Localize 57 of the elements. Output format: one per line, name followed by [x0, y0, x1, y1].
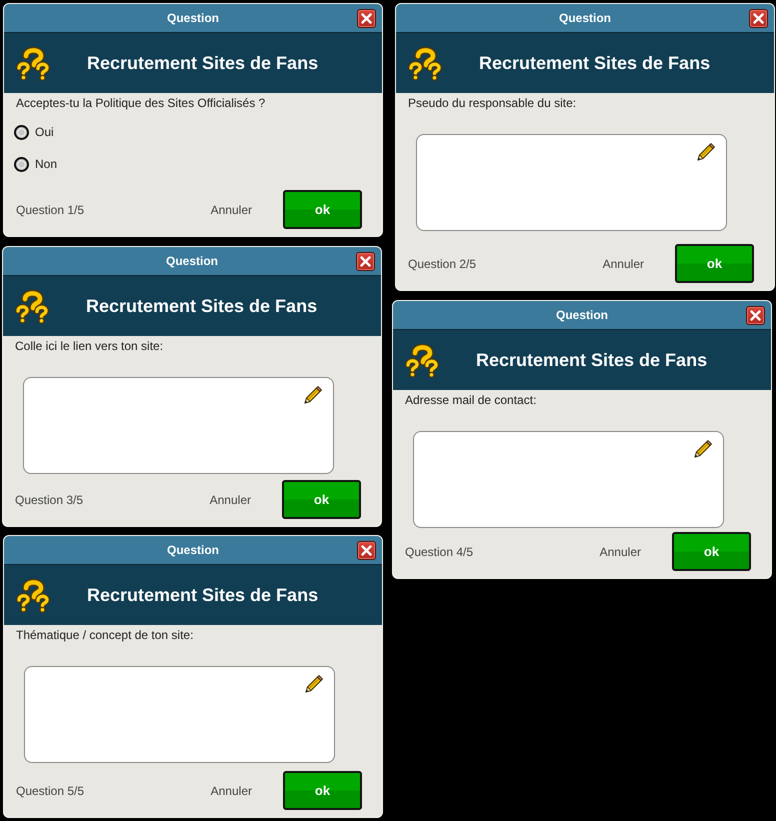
close-icon	[360, 256, 371, 266]
dialog-heading: Recrutement Sites de Fans	[86, 296, 318, 316]
question-marks-icon	[15, 45, 51, 81]
pencil-icon	[304, 386, 322, 404]
window-title: Question	[166, 254, 218, 268]
progress-text: Question 3/5	[15, 492, 84, 506]
radio-button[interactable]	[14, 124, 29, 140]
question-prompt: Thématique / concept de ton site:	[16, 628, 194, 642]
question-marks-icon	[14, 288, 50, 324]
text-input-field[interactable]	[23, 377, 334, 474]
window-title: Question	[556, 308, 608, 322]
question-marks-icon	[407, 45, 443, 81]
ok-button[interactable]: ok	[675, 244, 754, 283]
progress-text: Question 1/5	[16, 202, 86, 216]
close-button[interactable]	[356, 252, 375, 270]
close-icon	[753, 12, 764, 24]
ok-button[interactable]: ok	[283, 190, 362, 229]
ok-button[interactable]: ok	[672, 532, 751, 571]
ok-button[interactable]: ok	[283, 771, 362, 810]
progress-text: Question 4/5	[405, 544, 474, 558]
question-prompt: Pseudo du responsable du site:	[408, 96, 576, 110]
cancel-link[interactable]: Annuler	[600, 544, 641, 558]
text-input-field[interactable]	[24, 666, 335, 763]
ok-button[interactable]: ok	[282, 480, 361, 519]
dialog-heading: Recrutement Sites de Fans	[476, 350, 708, 370]
close-button[interactable]	[749, 8, 768, 28]
cancel-link[interactable]: Annuler	[210, 202, 252, 216]
radio-button[interactable]	[14, 156, 29, 172]
close-icon	[750, 310, 761, 320]
close-icon	[361, 12, 372, 24]
question-prompt: Colle ici le lien vers ton site:	[15, 339, 164, 353]
cancel-link[interactable]: Annuler	[602, 256, 644, 270]
dialog-heading: Recrutement Sites de Fans	[87, 52, 318, 74]
option-label: Non	[35, 157, 58, 171]
close-button[interactable]	[357, 8, 376, 28]
option-label: Oui	[35, 125, 54, 139]
question-marks-icon	[15, 577, 51, 613]
pencil-icon	[694, 440, 712, 458]
window-title: Question	[166, 543, 219, 557]
text-input-field[interactable]	[413, 431, 724, 528]
progress-text: Question 5/5	[16, 784, 86, 798]
text-input-field[interactable]	[416, 134, 727, 231]
question-marks-icon	[404, 342, 440, 378]
close-button[interactable]	[746, 306, 765, 324]
cancel-link[interactable]: Annuler	[210, 492, 251, 506]
cancel-link[interactable]: Annuler	[210, 784, 252, 798]
pencil-icon	[697, 143, 715, 161]
progress-text: Question 2/5	[408, 256, 478, 270]
close-button[interactable]	[357, 540, 376, 560]
close-icon	[361, 544, 372, 556]
dialog-heading: Recrutement Sites de Fans	[87, 584, 318, 606]
dialog-heading: Recrutement Sites de Fans	[479, 52, 710, 74]
window-title: Question	[166, 11, 219, 25]
window-title: Question	[558, 11, 611, 25]
pencil-icon	[305, 675, 323, 693]
question-prompt: Adresse mail de contact:	[405, 393, 536, 407]
question-prompt: Acceptes-tu la Politique des Sites Officialisés ?	[16, 96, 266, 110]
